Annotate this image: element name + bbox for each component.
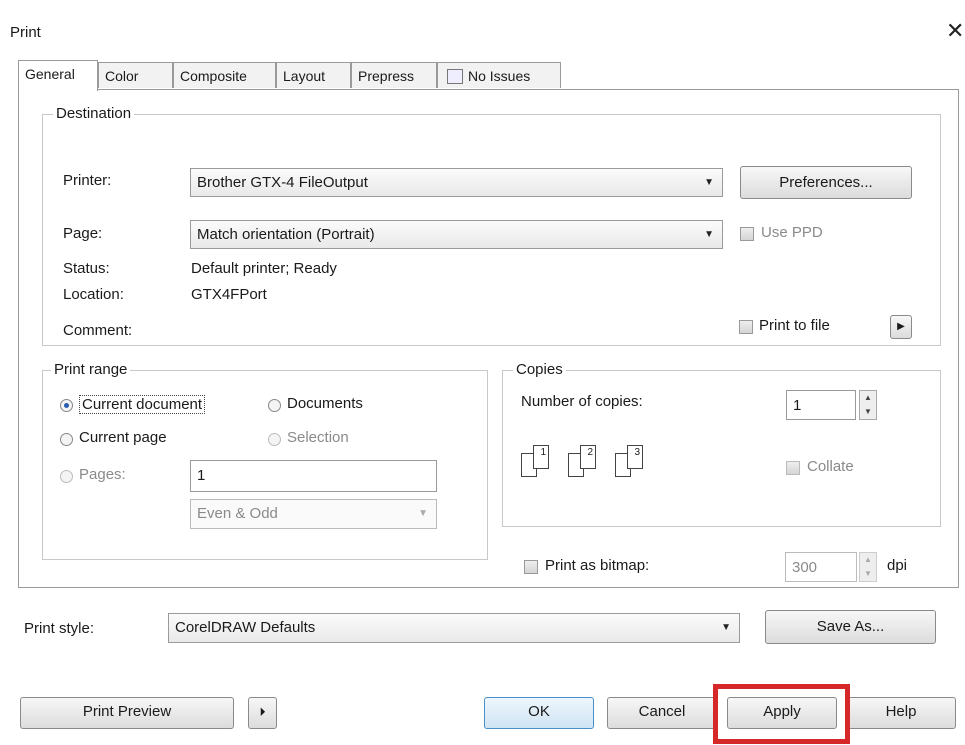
ok-button[interactable]: OK <box>484 697 594 729</box>
use-ppd-label: Use PPD <box>761 224 823 241</box>
save-as-button[interactable]: Save As... <box>765 610 936 644</box>
print-to-file-checkbox[interactable] <box>739 320 753 334</box>
apply-highlight-box <box>713 684 850 744</box>
print-as-bitmap-checkbox[interactable] <box>524 560 538 574</box>
print-to-file-arrow-button[interactable]: ▶ <box>890 315 912 339</box>
close-icon[interactable]: ✕ <box>946 18 964 44</box>
preview-toggle-button[interactable]: ⏵ <box>248 697 277 729</box>
copies-group: Copies Number of copies: 1 ▲ ▼ 1 2 3 Coll… <box>502 361 941 527</box>
print-range-group: Print range Current document Documents C… <box>42 361 488 560</box>
status-value: Default printer; Ready <box>191 260 337 277</box>
print-to-file-label: Print to file <box>759 317 830 334</box>
printer-value: Brother GTX-4 FileOutput <box>197 174 368 191</box>
copies-input[interactable]: 1 <box>786 390 856 420</box>
print-preview-button[interactable]: Print Preview <box>20 697 234 729</box>
help-button[interactable]: Help <box>846 697 956 729</box>
print-style-select[interactable]: CorelDRAW Defaults ▼ <box>168 613 740 643</box>
tab-color[interactable]: Color <box>98 62 173 88</box>
collate-label: Collate <box>807 458 854 475</box>
selection-label: Selection <box>287 429 349 446</box>
status-label: Status: <box>63 260 110 277</box>
pages-input[interactable]: 1 <box>190 460 437 492</box>
tab-prepress[interactable]: Prepress <box>351 62 437 88</box>
destination-legend: Destination <box>53 105 135 122</box>
chevron-down-icon: ▼ <box>721 622 731 633</box>
tab-composite[interactable]: Composite <box>173 62 276 88</box>
tab-general[interactable]: General <box>18 60 98 91</box>
print-as-bitmap-label: Print as bitmap: <box>545 557 650 574</box>
preferences-button[interactable]: Preferences... <box>740 166 912 199</box>
current-document-label: Current document <box>79 395 206 414</box>
even-odd-value: Even & Odd <box>197 505 278 522</box>
play-icon: ▶ <box>897 321 905 332</box>
general-tab-panel: Destination Printer: Brother GTX-4 FileO… <box>18 89 959 588</box>
location-label: Location: <box>63 286 124 303</box>
number-of-copies-label: Number of copies: <box>521 393 643 410</box>
pages-radio[interactable] <box>60 470 73 483</box>
printer-select[interactable]: Brother GTX-4 FileOutput ▼ <box>190 168 723 197</box>
current-page-label: Current page <box>79 429 167 446</box>
selection-radio[interactable] <box>268 433 281 446</box>
dpi-spinner[interactable]: ▲ ▼ <box>859 552 877 582</box>
chevron-down-icon: ▼ <box>704 229 714 240</box>
current-document-radio[interactable] <box>60 399 73 412</box>
chevron-down-icon: ▼ <box>704 177 714 188</box>
cancel-button[interactable]: Cancel <box>607 697 717 729</box>
tab-layout[interactable]: Layout <box>276 62 351 88</box>
destination-group: Destination Printer: Brother GTX-4 FileO… <box>42 105 941 346</box>
location-value: GTX4FPort <box>191 286 267 303</box>
documents-label: Documents <box>287 395 363 412</box>
documents-radio[interactable] <box>268 399 281 412</box>
preview-toggle-icon: ⏵ <box>259 705 266 719</box>
print-style-value: CorelDRAW Defaults <box>175 619 316 636</box>
current-page-radio[interactable] <box>60 433 73 446</box>
print-range-legend: Print range <box>51 361 131 378</box>
dpi-unit-label: dpi <box>887 557 908 574</box>
tab-no-issues-label: No Issues <box>468 68 531 84</box>
pages-label: Pages: <box>79 466 126 483</box>
copies-spinner[interactable]: ▲ ▼ <box>859 390 877 420</box>
even-odd-select[interactable]: Even & Odd ▼ <box>190 499 437 529</box>
chevron-down-icon: ▼ <box>418 508 428 519</box>
tab-no-issues[interactable]: No Issues <box>437 62 561 88</box>
dpi-input[interactable]: 300 <box>785 552 857 582</box>
print-style-label: Print style: <box>24 620 95 637</box>
window-title: Print <box>10 24 41 41</box>
use-ppd-checkbox[interactable] <box>740 227 754 241</box>
collate-checkbox[interactable] <box>786 461 800 475</box>
page-select[interactable]: Match orientation (Portrait) ▼ <box>190 220 723 249</box>
page-value: Match orientation (Portrait) <box>197 226 375 243</box>
printer-label: Printer: <box>63 172 112 189</box>
page-label: Page: <box>63 225 103 242</box>
issues-icon <box>447 69 463 84</box>
comment-label: Comment: <box>63 322 133 339</box>
copies-legend: Copies <box>513 361 566 378</box>
